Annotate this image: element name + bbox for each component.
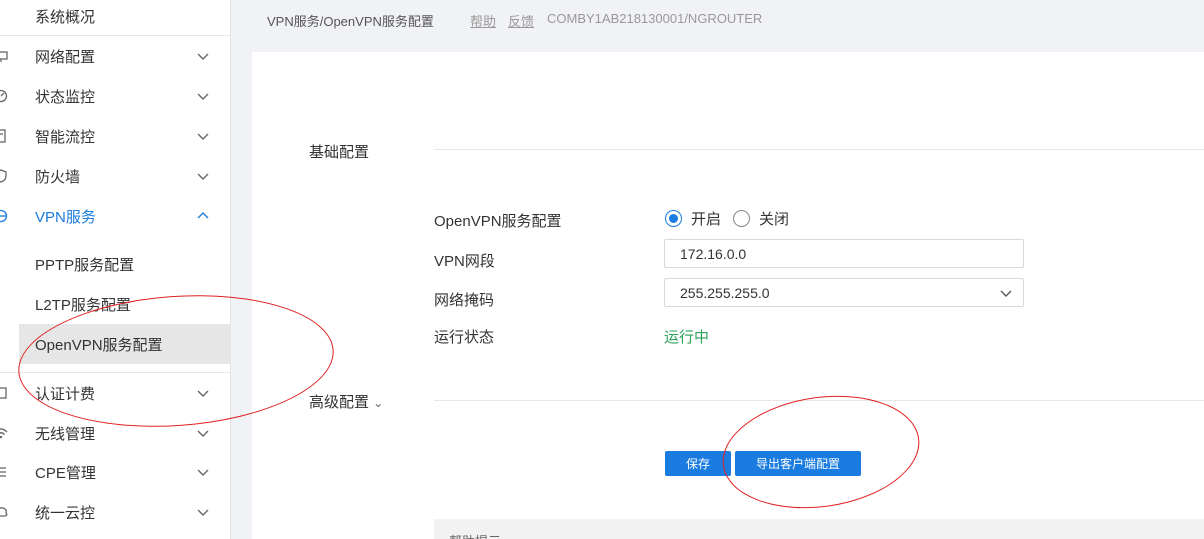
sidebar-subitem-label: PPTP服务配置 (35, 256, 135, 274)
sidebar-item-label: 状态监控 (35, 88, 96, 106)
device-id: COMBY1AB218130001/NGROUTER (547, 11, 763, 26)
help-link[interactable]: 帮助 (470, 11, 496, 30)
basic-config-title: 基础配置 (309, 144, 370, 161)
sidebar-subitem-pptp[interactable]: PPTP服务配置 (0, 244, 231, 284)
vpn-icon (0, 209, 8, 223)
vpn-segment-value: 172.16.0.0 (680, 245, 747, 262)
run-status-label: 运行状态 (434, 329, 495, 346)
sidebar: 系统概况 网络配置 状态监控 智能流控 防火墙 VPN服务 PPTP服务配置 L… (0, 0, 231, 539)
sidebar-item-label: 网络配置 (35, 48, 96, 66)
cloud-icon (0, 505, 8, 519)
auth-icon (0, 386, 8, 400)
monitor-icon (0, 89, 8, 103)
chevron-up-icon (196, 209, 210, 223)
netmask-select[interactable]: 255.255.255.0 (664, 278, 1024, 307)
radio-enable-label: 开启 (691, 211, 722, 228)
chevron-down-icon (196, 505, 210, 519)
chevron-down-icon: ⌄ (373, 396, 384, 410)
shield-icon (0, 169, 8, 183)
radio-disable-label: 关闭 (759, 211, 790, 228)
breadcrumb: VPN服务/OpenVPN服务配置 (267, 14, 434, 29)
sidebar-item-label: 防火墙 (35, 168, 81, 186)
run-status-value: 运行中 (664, 329, 710, 346)
sidebar-item-monitor[interactable]: 状态监控 (0, 76, 231, 116)
cpe-icon (0, 465, 8, 479)
sidebar-item-overview[interactable]: 系统概况 (0, 0, 231, 36)
netmask-value: 255.255.255.0 (680, 284, 770, 301)
wifi-icon (0, 426, 8, 440)
radio-disable[interactable] (733, 210, 751, 227)
chevron-down-icon (196, 89, 210, 103)
divider (434, 149, 1204, 150)
vpn-segment-input[interactable]: 172.16.0.0 (664, 239, 1024, 268)
advanced-config-toggle[interactable]: 高级配置 ⌄ (309, 391, 383, 412)
sidebar-item-network[interactable]: 网络配置 (0, 36, 231, 76)
sidebar-item-flow[interactable]: 智能流控 (0, 116, 231, 156)
sidebar-item-vpn[interactable]: VPN服务 (0, 196, 231, 236)
sidebar-item-cloud[interactable]: 统一云控 (0, 492, 231, 532)
sidebar-item-label: 系统概况 (35, 8, 96, 26)
export-client-config-button[interactable]: 导出客户端配置 (735, 451, 861, 476)
chevron-down-icon (196, 426, 210, 440)
help-panel: 帮助提示: (434, 519, 1204, 539)
openvpn-radio-group: 开启 关闭 (665, 208, 789, 229)
sidebar-subitem-l2tp[interactable]: L2TP服务配置 (0, 284, 231, 324)
radio-enable[interactable] (665, 210, 682, 227)
help-title: 帮助提示: (449, 531, 505, 539)
page-header: VPN服务/OpenVPN服务配置 帮助 反馈 COMBY1AB21813000… (232, 0, 1204, 40)
sidebar-item-label: 认证计费 (35, 385, 96, 403)
sidebar-item-cpe[interactable]: CPE管理 (0, 452, 231, 492)
divider (434, 400, 1204, 401)
sidebar-subitem-openvpn[interactable]: OpenVPN服务配置 (19, 324, 231, 364)
sidebar-item-firewall[interactable]: 防火墙 (0, 156, 231, 196)
chevron-down-icon (196, 465, 210, 479)
openvpn-service-label: OpenVPN服务配置 (434, 213, 562, 230)
sidebar-item-label: 无线管理 (35, 425, 96, 443)
sidebar-item-wireless[interactable]: 无线管理 (0, 413, 231, 453)
advanced-config-title: 高级配置 (309, 394, 370, 411)
sidebar-item-label: 智能流控 (35, 128, 96, 146)
network-icon (0, 49, 8, 63)
save-button[interactable]: 保存 (665, 451, 731, 476)
sidebar-item-label: 统一云控 (35, 504, 96, 522)
feedback-link[interactable]: 反馈 (508, 11, 534, 30)
chevron-down-icon (196, 49, 210, 63)
sidebar-item-auth[interactable]: 认证计费 (0, 373, 231, 413)
chevron-down-icon (999, 286, 1013, 300)
sidebar-subitem-label: L2TP服务配置 (35, 296, 131, 314)
chevron-down-icon (196, 129, 210, 143)
sidebar-item-label: VPN服务 (35, 208, 96, 226)
vpn-segment-label: VPN网段 (434, 253, 495, 270)
chevron-down-icon (196, 169, 210, 183)
netmask-label: 网络掩码 (434, 292, 495, 309)
chevron-down-icon (196, 386, 210, 400)
sidebar-subitem-label: OpenVPN服务配置 (35, 336, 163, 354)
sidebar-item-label: CPE管理 (35, 464, 96, 482)
flow-icon (0, 129, 8, 143)
